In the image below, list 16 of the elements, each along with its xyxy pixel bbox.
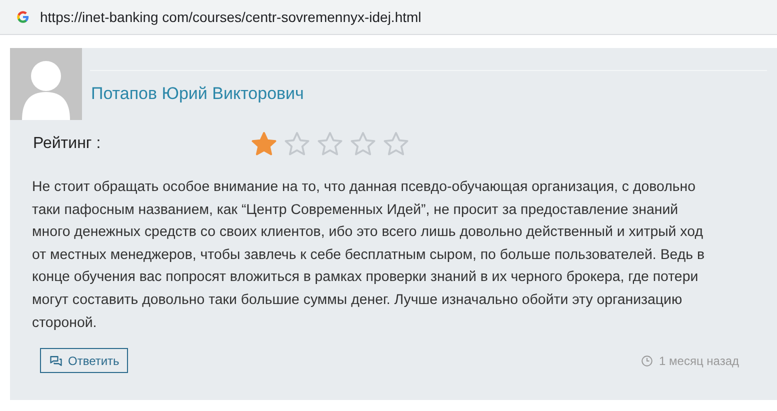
address-bar[interactable]: https://inet-banking com/courses/centr-sovremennyx-idej.html bbox=[0, 0, 777, 35]
time-text: 1 месяц назад bbox=[659, 354, 739, 368]
google-logo-icon bbox=[16, 10, 30, 24]
url-text: https://inet-banking com/courses/centr-sovremennyx-idej.html bbox=[40, 9, 422, 25]
rating-label: Рейтинг : bbox=[33, 135, 102, 153]
empty-star-icon bbox=[349, 130, 377, 158]
empty-star-icon bbox=[316, 130, 344, 158]
avatar-icon bbox=[10, 48, 82, 120]
author-name[interactable]: Потапов Юрий Викторович bbox=[91, 84, 777, 104]
clock-icon bbox=[641, 354, 654, 367]
reply-button[interactable]: Ответить bbox=[40, 348, 128, 374]
filled-star-icon bbox=[250, 130, 278, 158]
empty-star-icon bbox=[283, 130, 311, 158]
chat-icon bbox=[49, 354, 63, 368]
empty-star-icon bbox=[382, 130, 410, 158]
review-text: Не стоит обращать особое внимание на то, что данная псевдо-обучающая организация, с довольно таки пафосным названием, как “Центр Современных Идей”, не просит за предоставление знаний много денежных средств со своих клиентов, ибо это всего лишь довольно действенный и хитрый ход от местных менеджеров, чтобы завлечь к себе бесплатным сыром, по больше пользователей. Ведь в конце обучения вас попросят вложиться в рамках проверки знаний в их черного брокера, где потери могут составить довольно таки большие суммы денег. Лучше изначально обойти эту организацию стороной. bbox=[32, 178, 706, 333]
